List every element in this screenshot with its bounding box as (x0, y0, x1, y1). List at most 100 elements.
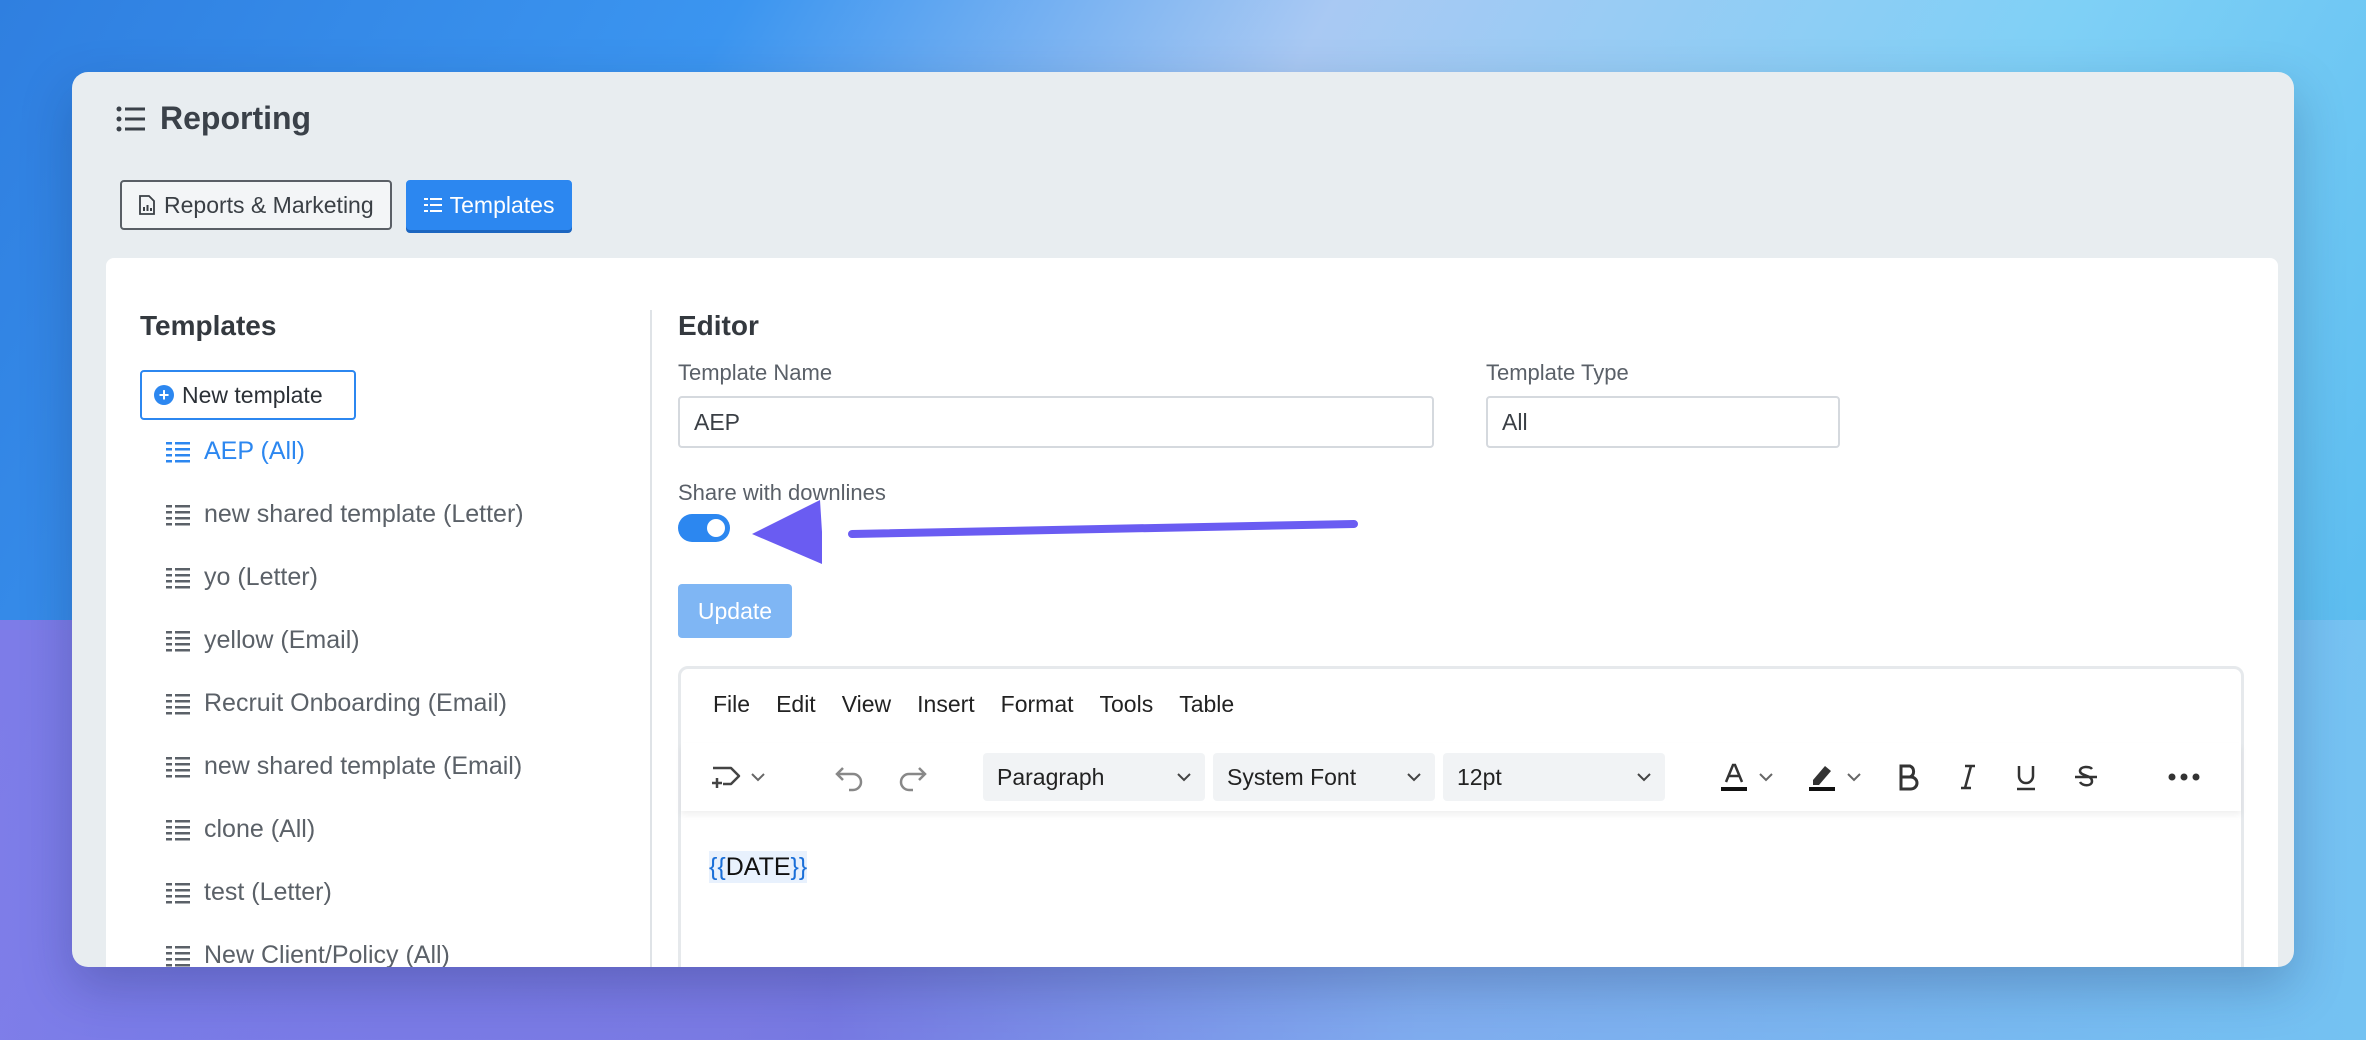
more-horizontal-icon (2168, 773, 2200, 781)
template-type-select[interactable]: All (1486, 396, 1840, 448)
highlighter-icon (1809, 766, 1835, 791)
tab-label: Reports & Marketing (164, 191, 374, 218)
more-button[interactable] (2167, 759, 2201, 795)
template-item-label: New Client/Policy (All) (204, 941, 450, 967)
template-item-label: new shared template (Email) (204, 752, 523, 780)
font-size-value: 12pt (1457, 763, 1502, 790)
underline-icon (2017, 766, 2035, 791)
undo-button[interactable] (833, 759, 867, 795)
merge-open-brace: {{ (709, 853, 726, 881)
editor-heading: Editor (678, 310, 759, 341)
file-chart-icon (139, 195, 155, 215)
menu-edit[interactable]: Edit (776, 691, 816, 718)
template-item-label: yellow (Email) (204, 626, 360, 654)
template-item-label: yo (Letter) (204, 563, 318, 591)
editor-toolbar: Paragraph System Font 12pt (681, 743, 2241, 811)
tab-label: Templates (449, 191, 555, 218)
list-icon (166, 945, 190, 966)
rich-text-editor: File Edit View Insert Format Tools Table (678, 666, 2244, 967)
template-item[interactable]: New Client/Policy (All) (166, 924, 636, 967)
list-icon (166, 567, 190, 588)
tab-bar: Reports & Marketing Templates (120, 180, 573, 230)
editor-content[interactable]: {{DATE}} (709, 851, 808, 883)
page-title: Reporting (160, 100, 312, 136)
list-icon (166, 756, 190, 777)
font-family-value: System Font (1227, 763, 1357, 790)
tab-templates[interactable]: Templates (405, 180, 573, 230)
page-header: Reporting (116, 100, 311, 137)
italic-button[interactable] (1953, 759, 1983, 795)
template-item[interactable]: Recruit Onboarding (Email) (166, 672, 636, 735)
template-item[interactable]: new shared template (Letter) (166, 483, 636, 546)
template-item[interactable]: clone (All) (166, 798, 636, 861)
chevron-down-icon (751, 773, 765, 782)
list-icon (166, 630, 190, 651)
template-item-label: new shared template (Letter) (204, 500, 524, 528)
highlight-color-button[interactable] (1805, 759, 1863, 795)
template-item-label: Recruit Onboarding (Email) (204, 689, 507, 717)
bold-icon (1899, 764, 1919, 791)
menu-insert[interactable]: Insert (917, 691, 975, 718)
list-icon (166, 882, 190, 903)
merge-tag-dropdown[interactable] (709, 759, 767, 795)
font-family-select[interactable]: System Font (1213, 753, 1435, 801)
strikethrough-button[interactable] (2071, 759, 2101, 795)
list-icon (166, 504, 190, 525)
menu-format[interactable]: Format (1001, 691, 1074, 718)
menu-table[interactable]: Table (1179, 691, 1234, 718)
template-name-label: Template Name (678, 360, 833, 385)
redo-button[interactable] (895, 759, 929, 795)
template-item[interactable]: yo (Letter) (166, 546, 636, 609)
insert-tag-icon (712, 766, 741, 788)
tab-reports-marketing[interactable]: Reports & Marketing (120, 180, 392, 230)
chevron-down-icon (1637, 773, 1651, 782)
template-item-label: AEP (All) (204, 437, 305, 465)
font-size-select[interactable]: 12pt (1443, 753, 1665, 801)
block-format-value: Paragraph (997, 763, 1105, 790)
undo-icon (835, 767, 863, 792)
redo-icon (899, 767, 927, 792)
templates-panel: Templates + New template AEP (All) new s… (140, 258, 640, 967)
chevron-down-icon (1759, 773, 1773, 782)
menu-tools[interactable]: Tools (1100, 691, 1154, 718)
template-item-label: clone (All) (204, 815, 316, 843)
list-icon (166, 693, 190, 714)
template-item[interactable]: yellow (Email) (166, 609, 636, 672)
menu-file[interactable]: File (713, 691, 750, 718)
list-icon (166, 441, 190, 462)
editor-menubar: File Edit View Insert Format Tools Table (713, 691, 1234, 718)
template-item[interactable]: new shared template (Email) (166, 735, 636, 798)
template-type-label: Template Type (1486, 360, 1629, 385)
underline-button[interactable] (2011, 759, 2041, 795)
template-item[interactable]: AEP (All) (166, 420, 636, 483)
update-button[interactable]: Update (678, 584, 792, 638)
new-template-button[interactable]: + New template (140, 370, 356, 420)
merge-close-brace: }} (790, 853, 808, 881)
new-template-label: New template (182, 381, 323, 408)
merge-field-name: DATE (725, 853, 791, 881)
text-color-button[interactable] (1717, 759, 1775, 795)
template-list: AEP (All) new shared template (Letter) y… (166, 420, 636, 967)
content-card: Templates + New template AEP (All) new s… (106, 258, 2278, 967)
chevron-down-icon (1177, 773, 1191, 782)
list-icon (166, 819, 190, 840)
share-toggle[interactable] (678, 514, 730, 542)
menu-view[interactable]: View (842, 691, 891, 718)
panel-divider (650, 310, 652, 967)
strikethrough-icon (2075, 765, 2097, 787)
template-name-input[interactable]: AEP (678, 396, 1434, 448)
plus-circle-icon: + (154, 385, 174, 405)
list-icon (116, 106, 145, 131)
italic-icon (1961, 764, 1975, 790)
chevron-down-icon (1407, 773, 1421, 782)
block-format-select[interactable]: Paragraph (983, 753, 1205, 801)
text-color-icon (1721, 763, 1747, 791)
merge-field: {{DATE}} (709, 851, 808, 883)
bold-button[interactable] (1893, 759, 1923, 795)
template-item-label: test (Letter) (204, 878, 332, 906)
editor-panel: Editor Template Name AEP Template Type A… (678, 258, 2248, 967)
list-icon (423, 198, 442, 212)
template-item[interactable]: test (Letter) (166, 861, 636, 924)
templates-heading: Templates (140, 310, 277, 341)
annotation-arrow-icon (752, 500, 1358, 564)
